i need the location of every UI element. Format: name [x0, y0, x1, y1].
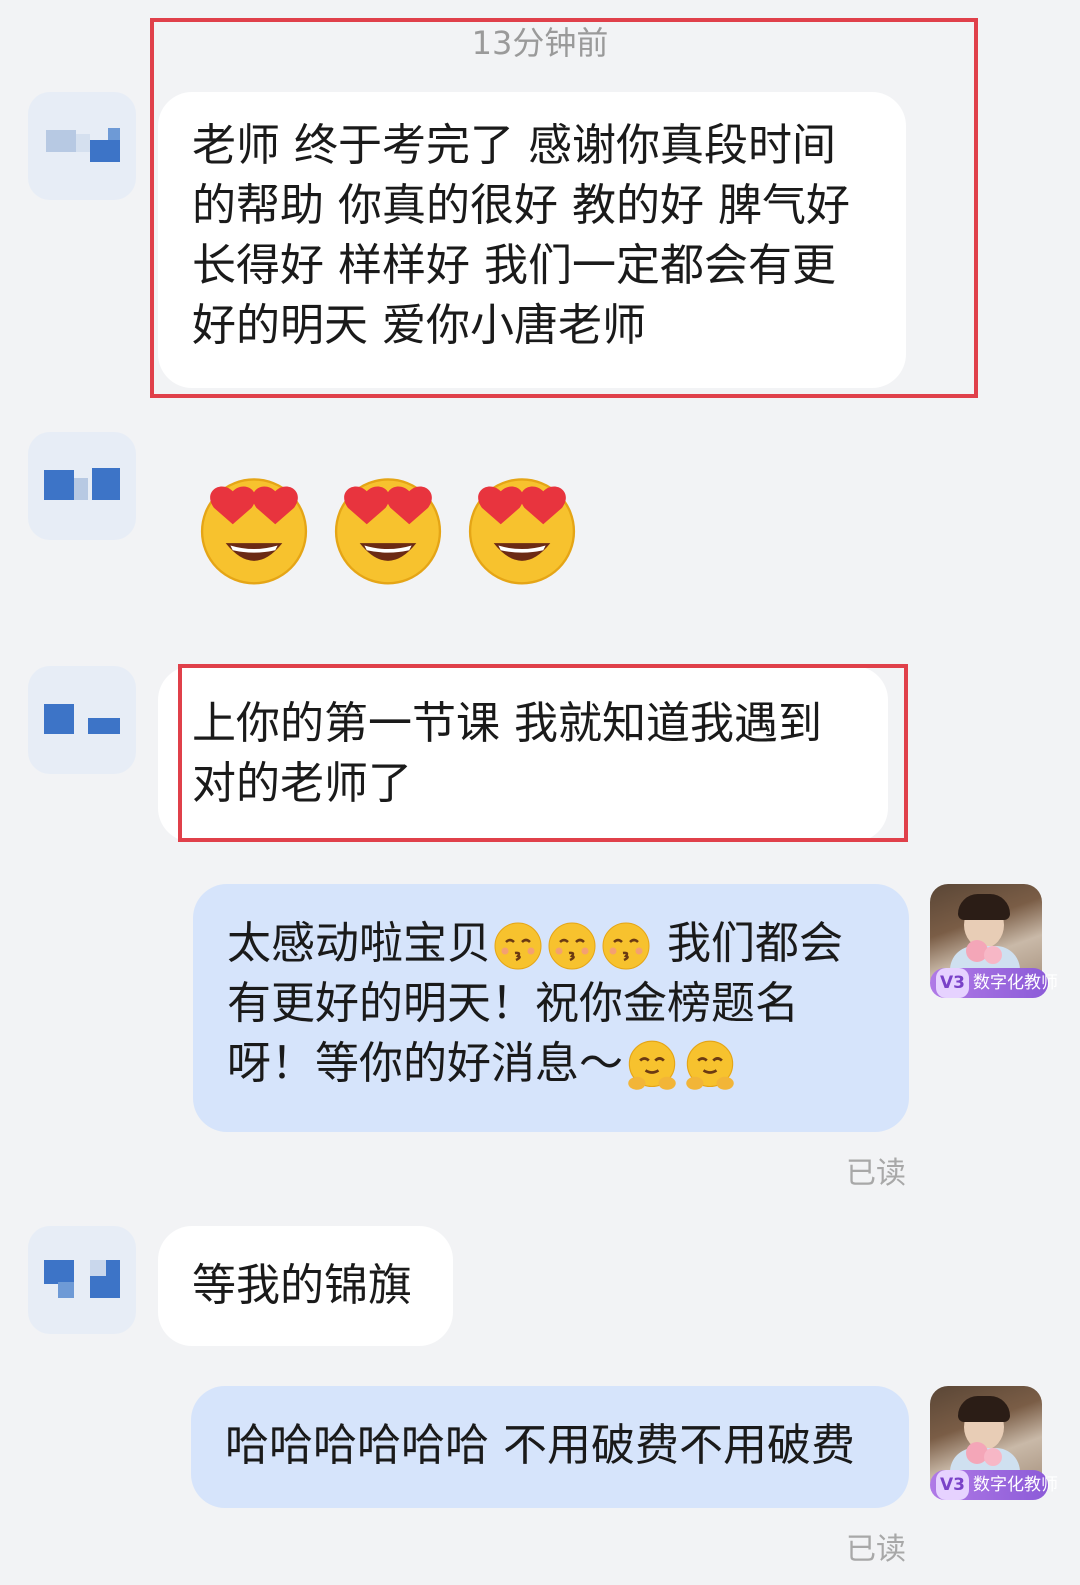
kissing-emoji — [494, 922, 542, 970]
hugging-face-emoji — [686, 1040, 734, 1090]
heart-eyes-emoji — [200, 478, 308, 585]
message-bubble-outgoing[interactable]: 太感动啦宝贝 我们都会有更好的明天！祝你金榜题名呀！等你的好消息～ — [193, 884, 909, 1132]
heart-eyes-emoji — [468, 478, 576, 585]
message-bubble-incoming[interactable]: 老师 终于考完了 感谢你真段时间的帮助 你真的很好 教的好 脾气好 长得好 样样… — [158, 92, 906, 388]
message-bubble-incoming[interactable]: 等我的锦旗 — [158, 1226, 453, 1346]
chat-screen: 13分钟前 老师 终于考完了 感谢你真段时间的帮助 你真的很好 教的好 脾气好 … — [0, 0, 1080, 1585]
message-bubble-outgoing[interactable]: 哈哈哈哈哈哈 不用破费不用破费 — [191, 1386, 909, 1508]
badge-label: 数字化教师 — [973, 1475, 1058, 1495]
hugging-face-emoji — [628, 1040, 676, 1090]
badge-level: V3 — [936, 968, 969, 998]
sender-avatar[interactable] — [28, 92, 136, 200]
teacher-badge: V3 数字化教师 — [930, 968, 1058, 998]
message-text: 哈哈哈哈哈哈 不用破费不用破费 — [225, 1420, 855, 1471]
message-text: 老师 终于考完了 感谢你真段时间的帮助 你真的很好 教的好 脾气好 长得好 样样… — [192, 120, 850, 351]
heart-eyes-emoji — [334, 478, 442, 585]
kissing-emoji — [548, 922, 596, 970]
read-status: 已读 — [846, 1156, 906, 1191]
badge-label: 数字化教师 — [973, 973, 1058, 993]
message-text: 上你的第一节课 我就知道我遇到对的老师了 — [192, 698, 822, 809]
sender-avatar[interactable] — [28, 432, 136, 540]
emoji-message[interactable] — [195, 470, 581, 588]
message-timestamp: 13分钟前 — [471, 24, 609, 62]
read-status: 已读 — [846, 1532, 906, 1567]
teacher-badge: V3 数字化教师 — [930, 1470, 1058, 1500]
kissing-emoji — [602, 922, 650, 970]
sender-avatar[interactable] — [28, 666, 136, 774]
message-text: 太感动啦宝贝 — [227, 918, 491, 969]
badge-level: V3 — [936, 1470, 969, 1500]
message-text: 等我的锦旗 — [192, 1260, 412, 1311]
message-bubble-incoming[interactable]: 上你的第一节课 我就知道我遇到对的老师了 — [158, 666, 888, 842]
sender-avatar[interactable] — [28, 1226, 136, 1334]
